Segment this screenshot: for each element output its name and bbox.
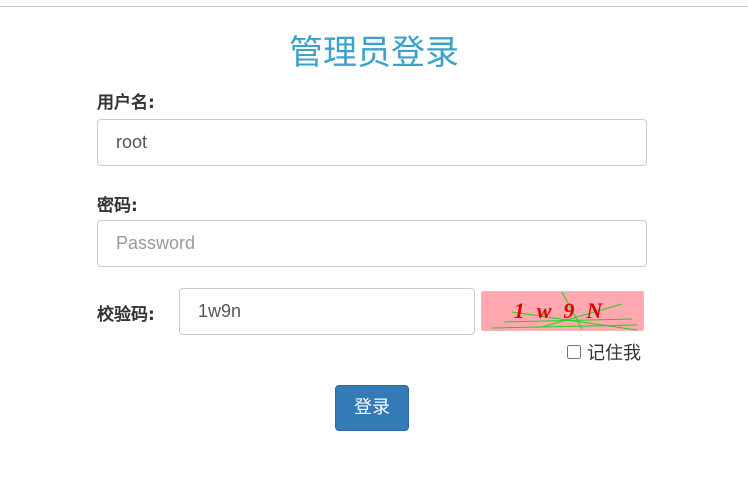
top-divider: [0, 6, 748, 7]
password-label: 密码:: [97, 196, 138, 216]
username-input[interactable]: [97, 119, 647, 166]
captcha-label: 校验码:: [97, 305, 155, 325]
captcha-image[interactable]: 1w9N: [481, 291, 644, 331]
password-input[interactable]: [97, 220, 647, 267]
username-label: 用户名:: [97, 93, 155, 113]
captcha-input[interactable]: [179, 288, 475, 335]
login-button[interactable]: 登录: [335, 385, 409, 431]
remember-checkbox[interactable]: [567, 345, 581, 359]
page-title: 管理员登录: [289, 33, 459, 73]
remember-label: 记住我: [587, 343, 641, 364]
remember-me[interactable]: 记住我: [567, 339, 641, 365]
captcha-noise: 1w9N: [491, 291, 638, 331]
captcha-text: 1w9N: [514, 298, 615, 323]
